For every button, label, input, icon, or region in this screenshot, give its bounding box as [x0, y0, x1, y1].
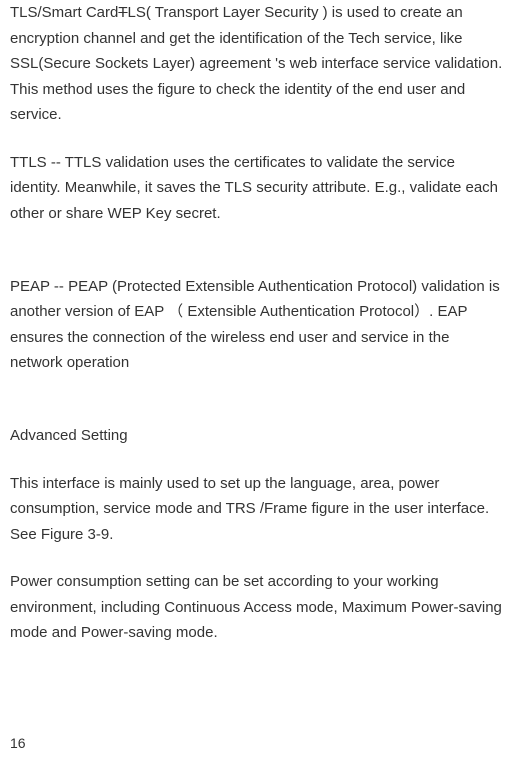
paragraph-tls: TLS/Smart CardTLS( Transport Layer Secur…: [10, 0, 505, 128]
p1-part1: TLS/Smart Card: [10, 4, 118, 21]
paragraph-power: Power consumption setting can be set acc…: [10, 569, 505, 646]
paragraph-interface: This interface is mainly used to set up …: [10, 471, 505, 548]
p1-part2: LS( Transport Layer Security ) is used t…: [10, 4, 502, 123]
heading-advanced-setting: Advanced Setting: [10, 423, 505, 449]
document-body: TLS/Smart CardTLS( Transport Layer Secur…: [10, 0, 505, 646]
p1-strike: T: [118, 4, 127, 21]
page-number: 16: [10, 732, 26, 756]
paragraph-ttls: TTLS -- TTLS validation uses the certifi…: [10, 150, 505, 227]
paragraph-peap: PEAP -- PEAP (Protected Extensible Authe…: [10, 274, 505, 376]
